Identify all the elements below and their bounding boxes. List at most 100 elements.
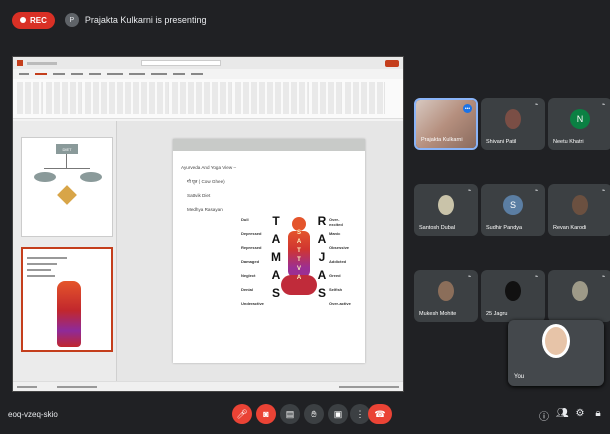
ribbon-editing[interactable] <box>312 82 342 114</box>
left-label: Repressed <box>241 245 262 250</box>
tab-insert[interactable] <box>53 73 65 75</box>
participant-tile[interactable]: ⌁ Santosh Dubal <box>414 184 478 236</box>
mic-off-icon: ⌁ <box>601 188 606 194</box>
top-bar: REC P Prajakta Kulkarni is presenting <box>0 0 610 40</box>
left-label: Damaged <box>241 259 260 264</box>
participant-photo <box>505 109 521 129</box>
zoom-slider[interactable] <box>339 385 399 388</box>
captions-icon: ▤ <box>285 408 295 419</box>
present-button[interactable]: ▣ <box>328 404 348 424</box>
sattva-letter: T <box>297 257 301 263</box>
tab-file[interactable] <box>19 73 29 75</box>
participant-tile[interactable]: N ⌁ Neetu Khatri <box>548 98 610 150</box>
thumb-text-line <box>27 275 55 277</box>
tab-draw[interactable] <box>71 73 83 75</box>
sattva-letter: T <box>297 248 301 254</box>
mic-off-icon: 🎤︎ <box>236 408 248 419</box>
slide-thumbnail-1[interactable]: DIET <box>21 137 113 237</box>
ppt-body: DIET Ayurveda And Yoga View – गौ घृत (C… <box>13 121 403 381</box>
slide-line-4: Medhya Rasayan <box>187 207 223 212</box>
participant-tile[interactable]: ⌁ 25 Jagru <box>481 270 545 322</box>
participant-name: 25 Jagru <box>486 311 508 317</box>
participant-name: Santosh Dubal <box>419 225 456 231</box>
thumb-diet-box: DIET <box>56 144 78 154</box>
current-slide[interactable]: Ayurveda And Yoga View – गौ घृत ( Cow Gh… <box>173 139 365 363</box>
sattva-letter: S <box>296 230 301 236</box>
self-avatar <box>542 324 570 358</box>
participant-tile[interactable]: ⌁ Revan Karodi <box>548 184 610 236</box>
tab-animations[interactable] <box>129 73 145 75</box>
participant-tile[interactable]: ••• Prajakta Kulkarni <box>414 98 478 150</box>
slide-line-3: Sattvik Diet <box>187 193 211 198</box>
thumb-oval-right <box>80 172 102 182</box>
mic-off-icon: ⌁ <box>467 188 472 194</box>
ribbon-slides[interactable] <box>46 82 82 114</box>
rajas-letter: S <box>317 286 326 300</box>
recording-badge[interactable]: REC <box>12 11 55 29</box>
file-name <box>27 61 57 65</box>
leave-call-button[interactable]: ☎︎ <box>368 404 392 424</box>
participant-tile[interactable]: S ⌁ Sudhir Pandya <box>481 184 545 236</box>
activities-icon: ⚙︎ <box>575 408 585 419</box>
tab-home[interactable] <box>35 73 47 75</box>
hand-icon: ✋︎ <box>311 408 317 419</box>
mic-off-icon: ⌁ <box>534 102 539 108</box>
participant-name: Mukesh Mohite <box>419 311 457 317</box>
tab-view[interactable] <box>191 73 203 75</box>
participant-name: Neetu Khatri <box>553 139 584 145</box>
slide-counter <box>17 385 37 388</box>
participant-tile[interactable]: ⌁ <box>548 270 610 322</box>
participant-photo <box>572 281 588 301</box>
more-options-button[interactable]: ⋮ <box>350 404 370 424</box>
people-icon: 👥︎ <box>556 408 569 419</box>
thumb-oval-left <box>34 172 56 182</box>
ribbon-designer[interactable] <box>345 82 385 114</box>
mic-off-icon: ⌁ <box>467 274 472 280</box>
participant-name: Revan Karodi <box>553 225 587 231</box>
rec-label: REC <box>30 15 47 25</box>
participant-photo <box>438 195 454 215</box>
activities-button[interactable]: ⚙︎ <box>574 408 586 419</box>
left-label: Dull <box>241 217 249 222</box>
ribbon-font[interactable] <box>85 82 169 114</box>
meeting-details-button[interactable]: ⓘ <box>538 408 550 423</box>
thumb-text-line <box>27 263 57 265</box>
people-button[interactable]: 👥︎ <box>556 408 569 419</box>
meet-window: REC P Prajakta Kulkarni is presenting DI… <box>0 0 610 434</box>
accessibility-status[interactable] <box>57 385 97 388</box>
presenting-text: Prajakta Kulkarni is presenting <box>84 15 207 25</box>
mic-off-icon: ⌁ <box>534 274 539 280</box>
mic-off-button[interactable]: 🎤︎ <box>232 404 252 424</box>
tab-transitions[interactable] <box>107 73 123 75</box>
hang-up-icon: ☎︎ <box>374 408 386 419</box>
shared-screen[interactable]: DIET Ayurveda And Yoga View – गौ घृत (C… <box>12 56 404 392</box>
host-controls-button[interactable]: 🔒︎ <box>592 408 604 419</box>
sattva-column: S A T T V A <box>295 229 303 283</box>
ribbon-paragraph[interactable] <box>172 82 232 114</box>
tab-design[interactable] <box>89 73 101 75</box>
self-view-tile[interactable]: You <box>508 320 604 386</box>
ribbon-clipboard[interactable] <box>17 82 43 114</box>
ppt-ribbon <box>13 79 403 119</box>
rajas-letter: R <box>317 214 327 228</box>
thumb-heart-image <box>57 185 77 205</box>
participant-name: Sudhir Pandya <box>486 225 523 231</box>
tab-review[interactable] <box>173 73 185 75</box>
slide-thumbnail-2[interactable] <box>21 247 113 352</box>
participant-tile[interactable]: ⌁ Mukesh Mohite <box>414 270 478 322</box>
ribbon-drawing[interactable] <box>235 82 309 114</box>
camera-off-button[interactable]: ◙ <box>256 404 276 424</box>
ppt-search-box[interactable] <box>141 60 221 66</box>
sattva-letter: V <box>296 266 301 272</box>
participant-tile[interactable]: ⌁ Shivani Patil <box>481 98 545 150</box>
ppt-share-button[interactable] <box>385 59 399 67</box>
slide-thumbnails: DIET <box>13 121 117 381</box>
rajas-letter: A <box>317 268 327 282</box>
raise-hand-button[interactable]: ✋︎ <box>304 404 324 424</box>
ppt-ribbon-tabs <box>13 69 403 79</box>
tab-slideshow[interactable] <box>151 73 167 75</box>
slide-line-1: Ayurveda And Yoga View – <box>181 165 237 170</box>
mic-off-icon: ⌁ <box>534 188 539 194</box>
captions-button[interactable]: ▤ <box>280 404 300 424</box>
autosave-icon <box>17 60 23 66</box>
